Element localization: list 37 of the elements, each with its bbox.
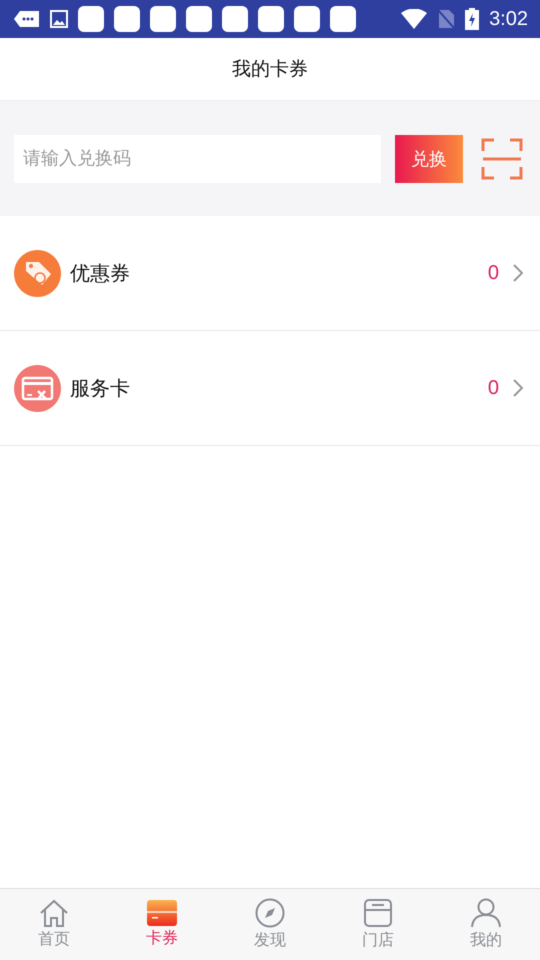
home-icon (39, 899, 69, 927)
tab-item[interactable]: 卡券 (108, 889, 216, 960)
list-row[interactable]: 服务卡 0 (0, 331, 540, 446)
tag-icon (14, 250, 61, 296)
page-title: 我的卡券 (232, 57, 308, 82)
notification-icon (294, 6, 320, 32)
notification-icon (222, 6, 248, 32)
tab-item[interactable]: 发现 (216, 889, 324, 960)
count-value: 0 (488, 376, 499, 400)
tag-icon (14, 10, 40, 28)
notification-icon (330, 6, 356, 32)
notification-icon (78, 6, 104, 32)
battery-icon (465, 8, 480, 30)
notification-icon (186, 6, 212, 32)
redeem-code-field[interactable]: 请输入兑换码 (14, 134, 381, 182)
count-value: 0 (488, 262, 499, 284)
card-icon (147, 900, 177, 926)
tab-item[interactable]: 首页 (0, 889, 108, 960)
compass-icon (255, 898, 285, 928)
notification-icon (114, 6, 140, 32)
chevron-right-icon (513, 379, 523, 397)
no-sim-icon (437, 9, 456, 29)
notification-icon (150, 6, 176, 32)
person-icon (471, 898, 501, 928)
scan-icon[interactable] (481, 138, 523, 180)
row-label: 服务卡 (70, 374, 131, 402)
notification-icon (258, 6, 284, 32)
chevron-right-icon (513, 264, 523, 282)
list-row[interactable]: 优惠券 0 (0, 216, 540, 331)
tab-item[interactable]: 我的 (432, 889, 540, 960)
row-label: 优惠券 (70, 260, 131, 286)
tab-item[interactable]: 门店 (324, 889, 432, 960)
wifi-icon (401, 9, 428, 29)
redeem-button[interactable]: 兑换 (395, 134, 463, 182)
clock-time: 3:02 (489, 8, 528, 30)
image-icon (50, 10, 68, 28)
store-icon (363, 898, 393, 928)
